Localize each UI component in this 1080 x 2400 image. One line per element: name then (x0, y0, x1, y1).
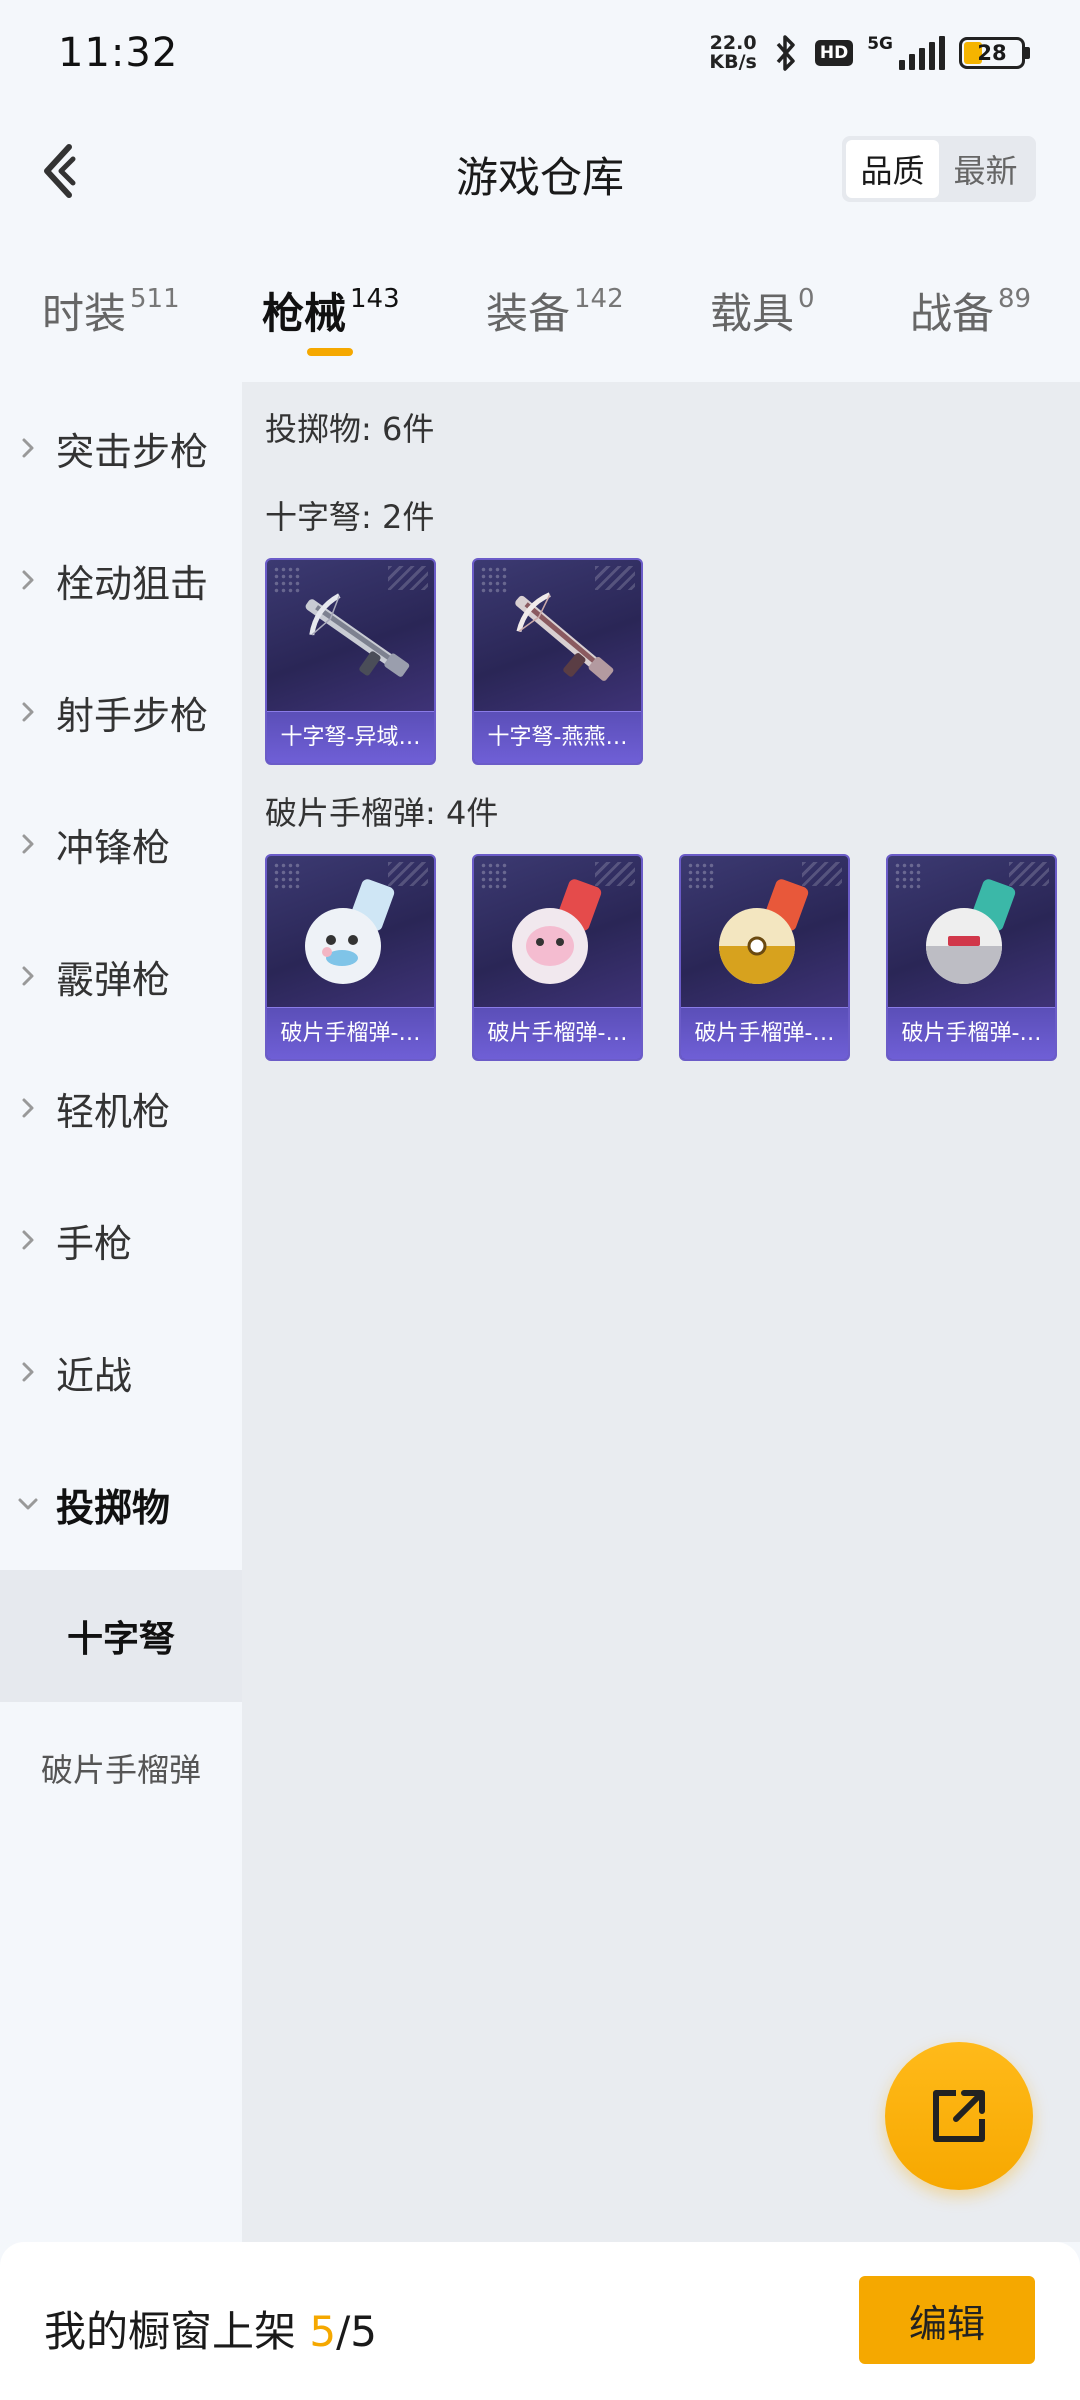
item-name: 十字弩-燕燕… (474, 711, 641, 763)
tab-label: 装备 (486, 289, 571, 338)
sidebar-subitem-crossbow[interactable]: 十字弩 (0, 1570, 242, 1702)
sidebar-item-assault-rifle[interactable]: 突击步枪 (0, 382, 242, 514)
category-sidebar: 突击步枪 栓动狙击 射手步枪 冲锋枪 霰弹枪 轻机枪 手枪 近战 投掷物 十字弩… (0, 382, 242, 2242)
section-title-crossbow: 十字弩: 2件 (265, 498, 435, 536)
sidebar-item-pistol[interactable]: 手枪 (0, 1174, 242, 1306)
crossbow-icon (305, 593, 410, 677)
net-speed: 22.0 KB/s (709, 34, 756, 72)
sidebar-item-label: 突击步枪 (56, 429, 209, 474)
bluetooth-icon (776, 35, 795, 71)
item-card[interactable]: 破片手榴弹-… (472, 854, 643, 1061)
status-bar: 11:32 22.0 KB/s HD 5G 28 (0, 0, 1080, 110)
sidebar-item-melee[interactable]: 近战 (0, 1306, 242, 1438)
showcase-used-count: 5 (309, 2307, 337, 2356)
battery-body: 28 (959, 37, 1025, 69)
category-tabs: 时装 511 枪械 143 装备 142 载具 0 战备 89 (0, 270, 1080, 370)
sidebar-item-marksman-rifle[interactable]: 射手步枪 (0, 646, 242, 778)
chevron-right-icon (0, 1096, 56, 1120)
edit-button[interactable]: 编辑 (859, 2276, 1035, 2364)
item-name: 破片手榴弹-… (888, 1007, 1055, 1059)
sidebar-item-label: 栓动狙击 (56, 561, 209, 606)
net-speed-unit: KB/s (709, 51, 757, 73)
sidebar-item-label: 射手步枪 (56, 693, 209, 738)
signal-label: 5G (867, 34, 893, 54)
sidebar-item-throwables[interactable]: 投掷物 (0, 1438, 242, 1570)
item-name: 破片手榴弹-… (474, 1007, 641, 1059)
sidebar-item-label: 手枪 (56, 1221, 133, 1266)
chevron-down-icon (0, 1496, 56, 1512)
signal-bar (909, 54, 915, 70)
tab-count: 89 (998, 284, 1032, 314)
signal-bar (899, 60, 905, 70)
item-name: 破片手榴弹-… (267, 1007, 434, 1059)
signal-bar (919, 48, 925, 70)
sidebar-item-bolt-sniper[interactable]: 栓动狙击 (0, 514, 242, 646)
item-card[interactable]: 十字弩-异域… (265, 558, 436, 765)
sidebar-item-label: 投掷物 (56, 1485, 171, 1530)
item-grid-panel: 投掷物: 6件 十字弩: 2件 十字弩-异域… 十字弩-燕燕… 破片手榴弹: 4… (242, 382, 1080, 2242)
tab-fashion[interactable]: 时装 511 (42, 280, 180, 341)
sidebar-item-label: 轻机枪 (56, 1089, 171, 1134)
grenade-icon (305, 879, 395, 984)
item-card[interactable]: 破片手榴弹-… (886, 854, 1057, 1061)
tab-label: 枪械 (262, 289, 347, 338)
sort-option-quality[interactable]: 品质 (846, 140, 939, 198)
item-card[interactable]: 破片手榴弹-… (265, 854, 436, 1061)
tab-firearms[interactable]: 枪械 143 (262, 280, 400, 341)
showcase-status: 我的橱窗上架 5/5 (44, 2298, 377, 2359)
tab-equipment[interactable]: 装备 142 (486, 280, 624, 341)
tab-vehicles[interactable]: 载具 0 (710, 280, 815, 341)
share-external-icon (933, 2090, 985, 2142)
battery-icon: 28 (959, 37, 1030, 69)
item-card[interactable]: 十字弩-燕燕… (472, 558, 643, 765)
item-name: 破片手榴弹-… (681, 1007, 848, 1059)
sidebar-subitem-frag-grenade[interactable]: 破片手榴弹 (0, 1702, 242, 1834)
sidebar-item-label: 霰弹枪 (56, 957, 171, 1002)
showcase-total-count: /5 (336, 2307, 377, 2356)
hd-badge: HD (814, 40, 854, 66)
tab-label: 载具 (710, 289, 795, 338)
grenade-icon (512, 879, 602, 984)
chevron-right-icon (0, 1360, 56, 1384)
sidebar-item-shotgun[interactable]: 霰弹枪 (0, 910, 242, 1042)
item-card[interactable]: 破片手榴弹-… (679, 854, 850, 1061)
tab-count: 143 (350, 284, 400, 314)
group-title: 投掷物: 6件 (265, 410, 435, 448)
bottom-bar: 我的橱窗上架 5/5 编辑 (0, 2242, 1080, 2400)
grenade-icon (719, 879, 809, 984)
app-header: 游戏仓库 品质 最新 (0, 120, 1080, 220)
chevron-right-icon (0, 700, 56, 724)
active-tab-indicator (307, 348, 353, 356)
signal-icon: 5G (867, 36, 945, 70)
tab-label: 战备 (910, 289, 995, 338)
chevron-right-icon (0, 964, 56, 988)
battery-tip (1025, 47, 1030, 59)
sidebar-item-label: 冲锋枪 (56, 825, 171, 870)
signal-bar (929, 42, 935, 70)
sort-option-newest[interactable]: 最新 (939, 140, 1032, 198)
chevron-right-icon (0, 568, 56, 592)
grenade-icon (926, 879, 1016, 984)
tab-count: 142 (574, 284, 624, 314)
signal-bar (939, 36, 945, 70)
share-fab-button[interactable] (885, 2042, 1033, 2190)
tab-count: 511 (130, 284, 180, 314)
sidebar-item-lmg[interactable]: 轻机枪 (0, 1042, 242, 1174)
chevron-right-icon (0, 832, 56, 856)
tab-label: 时装 (42, 289, 127, 338)
tab-tactical[interactable]: 战备 89 (910, 280, 1031, 341)
chevron-right-icon (0, 436, 56, 460)
sidebar-item-smg[interactable]: 冲锋枪 (0, 778, 242, 910)
chevron-right-icon (0, 1228, 56, 1252)
section-title-frag-grenade: 破片手榴弹: 4件 (265, 794, 499, 832)
sort-toggle: 品质 最新 (842, 136, 1036, 202)
crossbow-icon (515, 592, 614, 681)
tab-count: 0 (798, 284, 815, 314)
sidebar-item-label: 近战 (56, 1353, 133, 1398)
battery-level: 28 (977, 41, 1007, 65)
status-icons: 22.0 KB/s HD 5G 28 (709, 30, 1030, 76)
status-time: 11:32 (58, 30, 179, 76)
showcase-label: 我的橱窗上架 (44, 2307, 297, 2356)
item-name: 十字弩-异域… (267, 711, 434, 763)
